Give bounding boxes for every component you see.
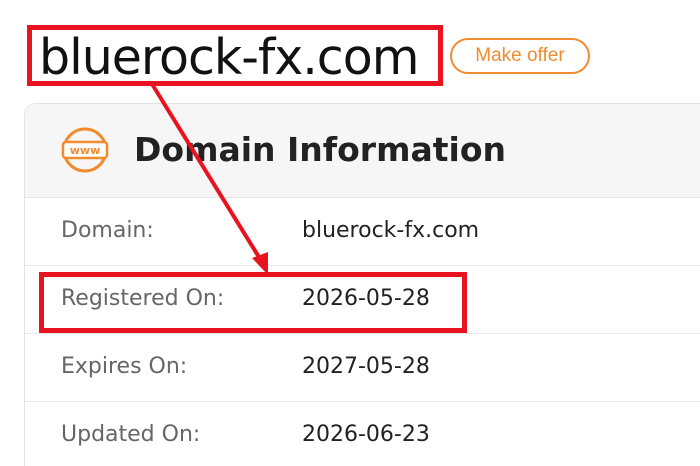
info-row-updated-on: Updated On: 2026-06-23 xyxy=(25,402,700,466)
row-label: Updated On: xyxy=(61,422,201,447)
svg-text:www: www xyxy=(70,144,101,157)
card-title: Domain Information xyxy=(134,130,506,169)
domain-title: bluerock-fx.com xyxy=(39,29,419,86)
info-row-registered-on: Registered On: 2026-05-28 xyxy=(25,266,700,334)
info-row-domain: Domain: bluerock-fx.com xyxy=(25,198,700,266)
row-label: Registered On: xyxy=(61,286,225,311)
row-value: bluerock-fx.com xyxy=(302,218,480,243)
row-value: 2027-05-28 xyxy=(302,354,430,379)
row-value: 2026-06-23 xyxy=(302,422,430,447)
row-label: Domain: xyxy=(61,218,154,243)
row-label: Expires On: xyxy=(61,354,188,379)
make-offer-button[interactable]: Make offer xyxy=(450,38,590,74)
row-value: 2026-05-28 xyxy=(302,286,430,311)
domain-information-card: www Domain Information Domain: bluerock-… xyxy=(24,103,700,466)
www-icon: www xyxy=(61,127,109,173)
card-header: www Domain Information xyxy=(25,104,700,198)
domain-page: bluerock-fx.com Make offer www Domain In… xyxy=(0,0,700,466)
info-row-expires-on: Expires On: 2027-05-28 xyxy=(25,334,700,402)
